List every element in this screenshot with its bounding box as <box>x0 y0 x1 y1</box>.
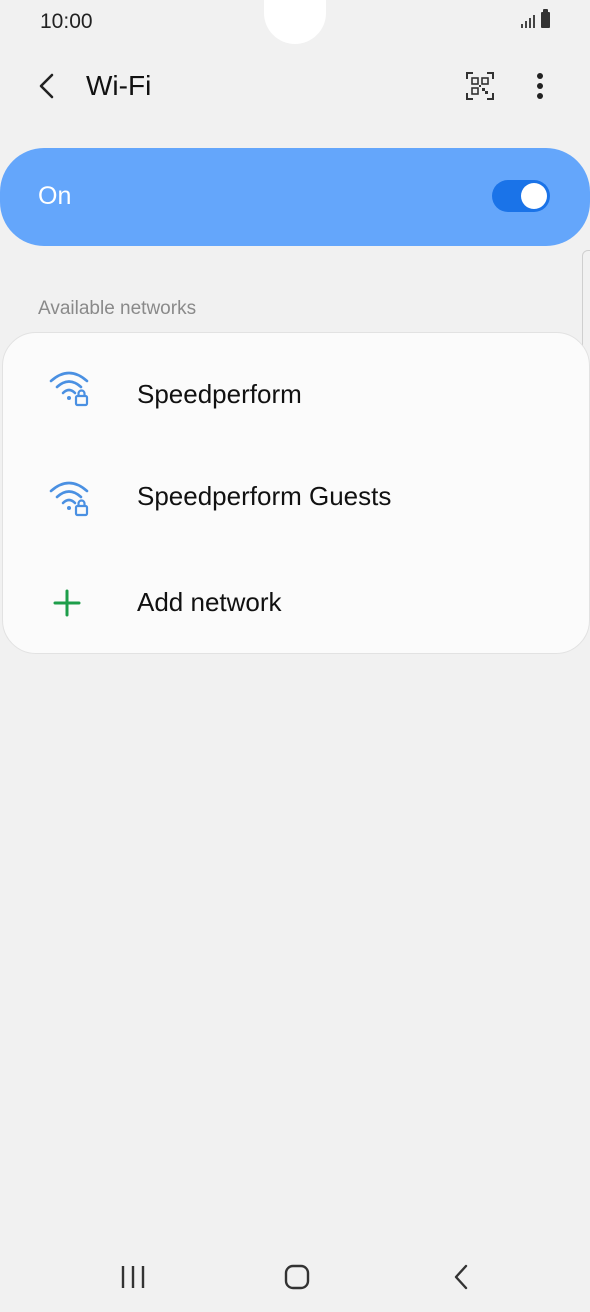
plus-icon <box>47 583 93 623</box>
page-title: Wi-Fi <box>86 70 152 101</box>
navigation-bar <box>0 1240 590 1312</box>
wifi-lock-icon <box>47 367 93 407</box>
network-item-speedperform-guests[interactable]: Speedperform Guests <box>3 463 589 553</box>
switch-knob <box>521 183 547 209</box>
add-network-item[interactable]: Add network <box>3 565 589 645</box>
home-icon[interactable] <box>272 1260 322 1296</box>
status-time: 10:00 <box>40 10 93 33</box>
more-options-icon[interactable] <box>524 68 556 104</box>
camera-notch <box>264 0 326 44</box>
status-bar: 10:00 <box>0 0 590 46</box>
qr-code-icon[interactable] <box>464 70 496 102</box>
network-name: Speedperform <box>137 379 302 409</box>
app-bar: Wi-Fi <box>0 56 590 120</box>
signal-icon <box>521 15 535 28</box>
status-icons <box>521 9 550 28</box>
back-icon[interactable] <box>436 1260 486 1296</box>
wifi-lock-icon <box>47 477 93 517</box>
network-name: Speedperform Guests <box>137 481 392 511</box>
networks-list: Speedperform Speedperform Guests Add net… <box>2 332 590 654</box>
wifi-toggle-label: On <box>38 182 72 210</box>
wifi-switch[interactable] <box>492 180 550 212</box>
network-item-speedperform[interactable]: Speedperform <box>3 353 589 443</box>
back-arrow-icon[interactable] <box>30 68 66 104</box>
recents-icon[interactable] <box>108 1260 158 1296</box>
add-network-label: Add network <box>137 587 282 617</box>
available-networks-header: Available networks <box>38 298 197 319</box>
battery-icon <box>541 9 550 28</box>
